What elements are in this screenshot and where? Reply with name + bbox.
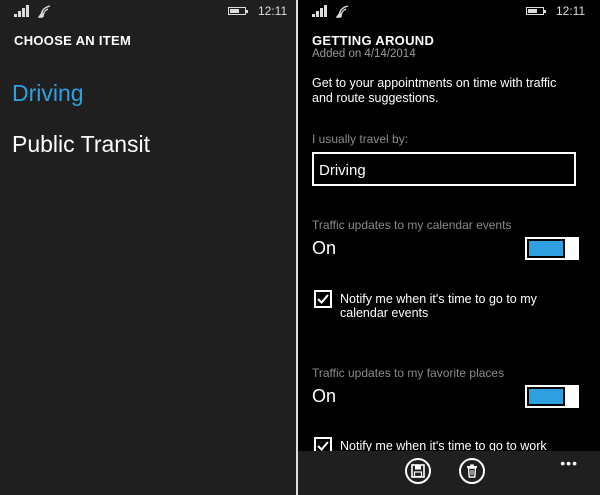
picker-header: CHOOSE AN ITEM [14,33,132,48]
wifi-icon [336,5,349,18]
calendar-traffic-label: Traffic updates to my calendar events [312,218,512,232]
option-public-transit[interactable]: Public Transit [12,131,150,158]
more-options-button[interactable]: ••• [560,455,578,471]
description: Get to your appointments on time with tr… [312,76,557,105]
places-traffic-state: On [312,386,337,406]
calendar-traffic-toggle[interactable] [525,237,579,260]
battery-icon [228,7,248,15]
save-icon [411,464,425,478]
clock: 12:11 [556,4,586,18]
battery-icon [526,7,546,15]
signal-icon [14,5,32,17]
calendar-notify-checkbox[interactable] [314,290,332,308]
save-button[interactable] [405,458,431,484]
signal-icon [312,5,330,17]
delete-icon [467,464,477,478]
getting-around-settings-screen: 12:11 GETTING AROUND Added on 4/14/2014 … [298,0,600,495]
item-picker-screen: 12:11 CHOOSE AN ITEM Driving Public Tran… [0,0,296,495]
status-bar: 12:11 [0,0,296,22]
status-bar: 12:11 [298,0,600,22]
travel-mode-picker[interactable]: Driving [312,152,576,186]
wifi-icon [38,5,51,18]
added-date: Added on 4/14/2014 [312,48,416,60]
calendar-traffic-state: On [312,238,337,258]
calendar-notify-label: Notify me when it's time to go to my cal… [340,292,537,320]
places-traffic-toggle[interactable] [525,385,579,408]
clock: 12:11 [258,4,288,18]
checkmark-icon [317,294,329,304]
app-bar: ••• [298,451,600,495]
travel-mode-label: I usually travel by: [312,132,409,146]
places-traffic-label: Traffic updates to my favorite places [312,366,505,380]
page-title: GETTING AROUND [312,33,435,48]
option-driving[interactable]: Driving [12,80,84,107]
delete-button[interactable] [459,458,485,484]
